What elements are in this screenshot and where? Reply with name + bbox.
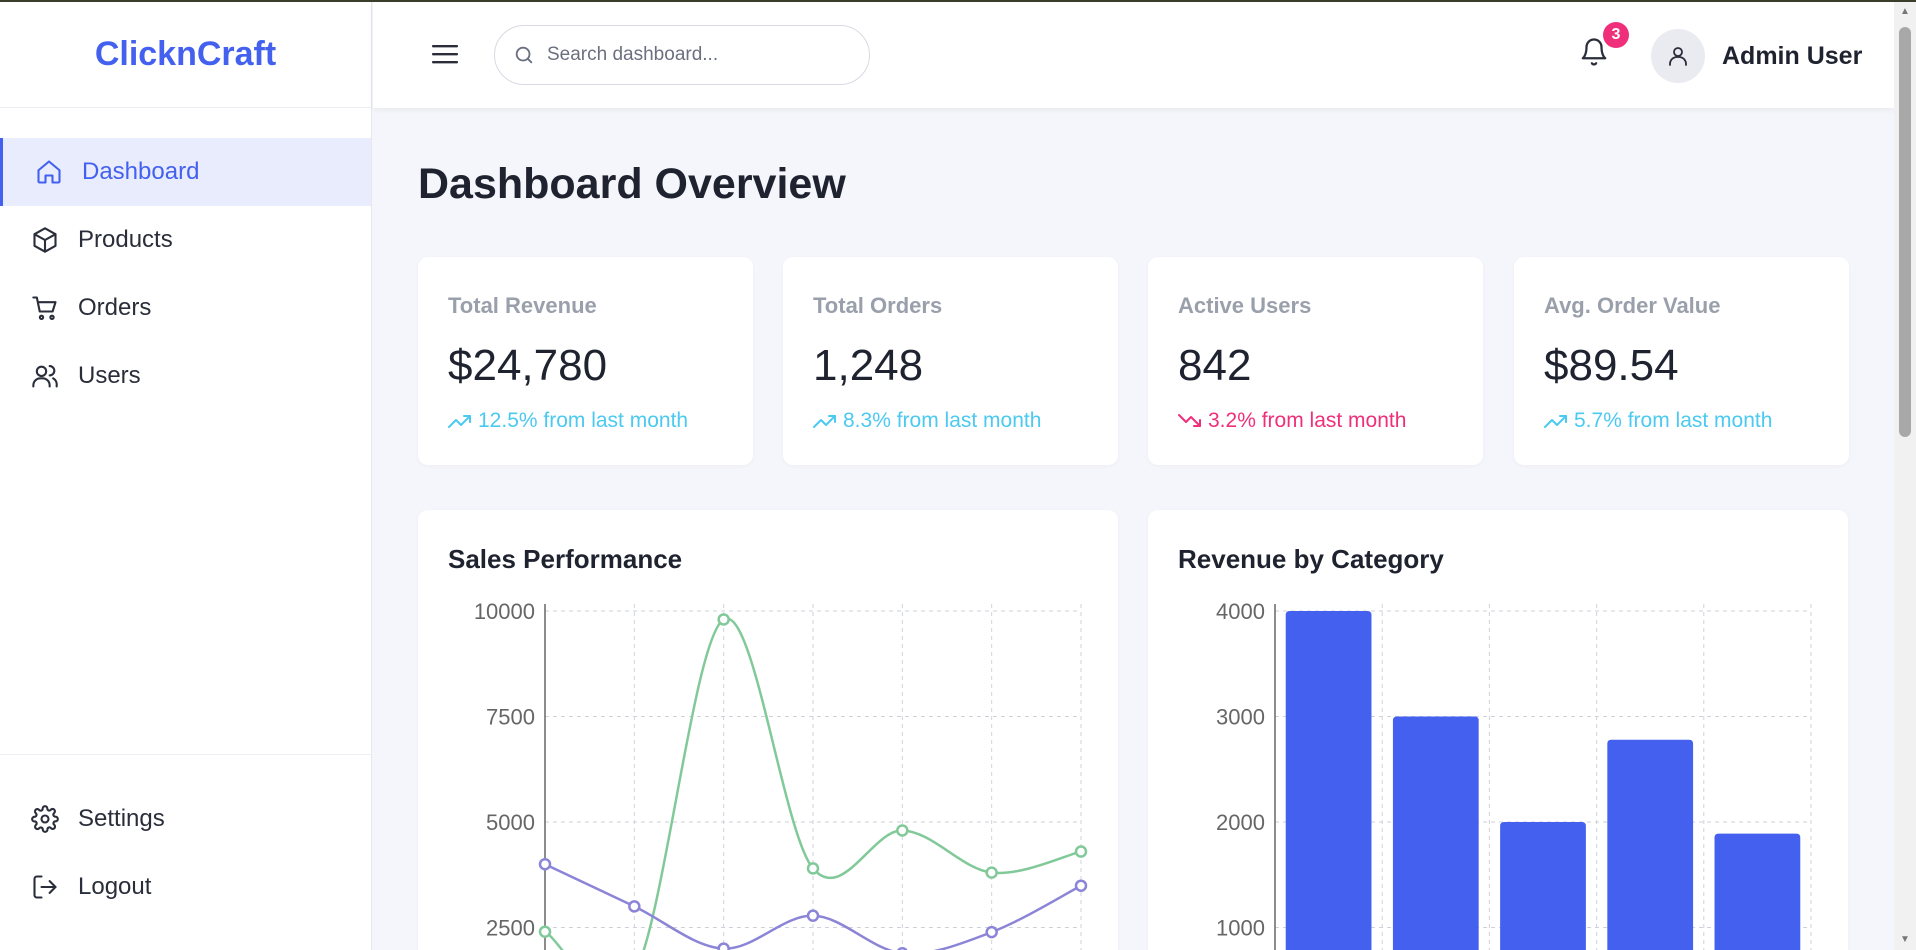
sidebar-item-logout[interactable]: Logout <box>0 853 371 921</box>
bar <box>1392 716 1479 950</box>
stat-value: 842 <box>1178 341 1252 390</box>
gear-icon <box>30 804 60 834</box>
revenue-bar-chart: 4000 3000 2000 1000 <box>1216 599 1812 950</box>
stat-trend: 5.7% from last month <box>1544 409 1772 433</box>
stat-card-avg-order: Avg. Order Value $89.54 5.7% from last m… <box>1514 257 1849 465</box>
sidebar-item-orders[interactable]: Orders <box>0 274 371 342</box>
scroll-down-arrow[interactable]: ▼ <box>1899 934 1911 946</box>
stat-label: Total Orders <box>813 293 943 318</box>
sidebar-bottom-nav: Settings Logout <box>0 754 371 921</box>
home-icon <box>34 157 64 187</box>
logout-icon <box>30 872 60 902</box>
y-tick-label: 7500 <box>486 705 535 730</box>
stat-trend: 8.3% from last month <box>813 409 1041 433</box>
user-name[interactable]: Admin User <box>1722 42 1862 71</box>
trending-up-icon <box>1544 415 1567 428</box>
stat-value: 1,248 <box>813 341 924 390</box>
bar <box>1285 611 1372 950</box>
sidebar-item-settings[interactable]: Settings <box>0 785 371 853</box>
box-icon <box>30 225 60 255</box>
users-icon <box>30 361 60 391</box>
top-header: 3 Admin User <box>373 2 1894 108</box>
sidebar: ClicknCraft Dashboard Products Orders Us… <box>0 2 372 950</box>
data-point <box>538 857 552 871</box>
stat-label: Active Users <box>1178 293 1312 318</box>
avatar[interactable] <box>1651 29 1705 83</box>
sidebar-item-dashboard[interactable]: Dashboard <box>0 138 371 206</box>
revenue-category-card: Revenue by Category 4000 3000 2000 1000 <box>1148 510 1848 950</box>
y-tick-label: 4000 <box>1216 599 1265 624</box>
sidebar-nav: Dashboard Products Orders Users <box>0 138 371 410</box>
stat-card-orders: Total Orders 1,248 8.3% from last month <box>783 257 1118 465</box>
sidebar-item-label: Settings <box>78 805 165 832</box>
data-point <box>985 925 998 939</box>
stat-card-active-users: Active Users 842 3.2% from last month <box>1148 257 1483 465</box>
sidebar-item-products[interactable]: Products <box>0 206 371 274</box>
sidebar-item-label: Products <box>78 226 173 253</box>
trending-up-icon <box>813 415 836 428</box>
sales-line-chart: 10000 7500 5000 2500 <box>474 599 1088 950</box>
stat-trend-text: 8.3% from last month <box>843 409 1042 432</box>
stat-label: Avg. Order Value <box>1544 293 1721 318</box>
stat-value: $89.54 <box>1544 341 1679 390</box>
data-point <box>1074 845 1088 858</box>
bar <box>1714 833 1801 950</box>
stat-trend: 12.5% from last month <box>448 409 688 433</box>
cart-icon <box>30 293 60 323</box>
search-icon <box>515 46 533 64</box>
brand-logo[interactable]: ClicknCraft <box>0 2 371 108</box>
stat-trend-text: 12.5% from last month <box>478 409 689 432</box>
stat-value: $24,780 <box>448 341 608 390</box>
data-point <box>538 925 552 938</box>
y-tick-label: 5000 <box>486 810 535 835</box>
y-tick-label: 2000 <box>1216 810 1265 835</box>
y-tick-label: 2500 <box>486 916 535 941</box>
sidebar-item-label: Dashboard <box>82 158 200 185</box>
page-title: Dashboard Overview <box>418 160 846 208</box>
sidebar-item-label: Logout <box>78 873 152 900</box>
sidebar-item-label: Orders <box>78 294 152 321</box>
stat-trend: 3.2% from last month <box>1178 409 1406 433</box>
search-box[interactable] <box>494 25 870 85</box>
trending-down-icon <box>1178 414 1201 427</box>
page-scrollbar[interactable]: ▲ ▼ <box>1894 2 1916 950</box>
y-tick-label: 10000 <box>474 599 535 624</box>
data-point <box>628 900 641 913</box>
bar <box>1607 739 1694 950</box>
data-point <box>1074 879 1088 892</box>
stat-trend-text: 5.7% from last month <box>1574 409 1773 432</box>
data-point <box>806 862 820 875</box>
data-point <box>985 866 998 879</box>
stat-label: Total Revenue <box>448 293 597 318</box>
stat-card-revenue: Total Revenue $24,780 12.5% from last mo… <box>418 257 753 465</box>
menu-toggle-button[interactable] <box>431 42 459 66</box>
search-input[interactable] <box>547 44 847 66</box>
stat-trend-text: 3.2% from last month <box>1208 409 1407 432</box>
trending-up-icon <box>448 415 471 428</box>
scroll-up-arrow[interactable]: ▲ <box>1899 6 1911 18</box>
notification-badge: 3 <box>1603 22 1629 48</box>
sidebar-item-label: Users <box>78 362 141 389</box>
y-tick-label: 3000 <box>1216 705 1265 730</box>
sales-performance-card: Sales Performance 10000 7500 5000 2500 <box>418 510 1118 950</box>
sidebar-item-users[interactable]: Users <box>0 342 371 410</box>
scroll-thumb[interactable] <box>1899 27 1911 437</box>
y-tick-label: 1000 <box>1216 916 1265 941</box>
data-point <box>717 613 730 626</box>
user-icon <box>1669 47 1687 66</box>
data-point <box>896 824 909 837</box>
data-point <box>717 942 730 950</box>
hamburger-icon <box>432 45 458 64</box>
data-point <box>806 909 820 922</box>
bar <box>1500 822 1586 950</box>
